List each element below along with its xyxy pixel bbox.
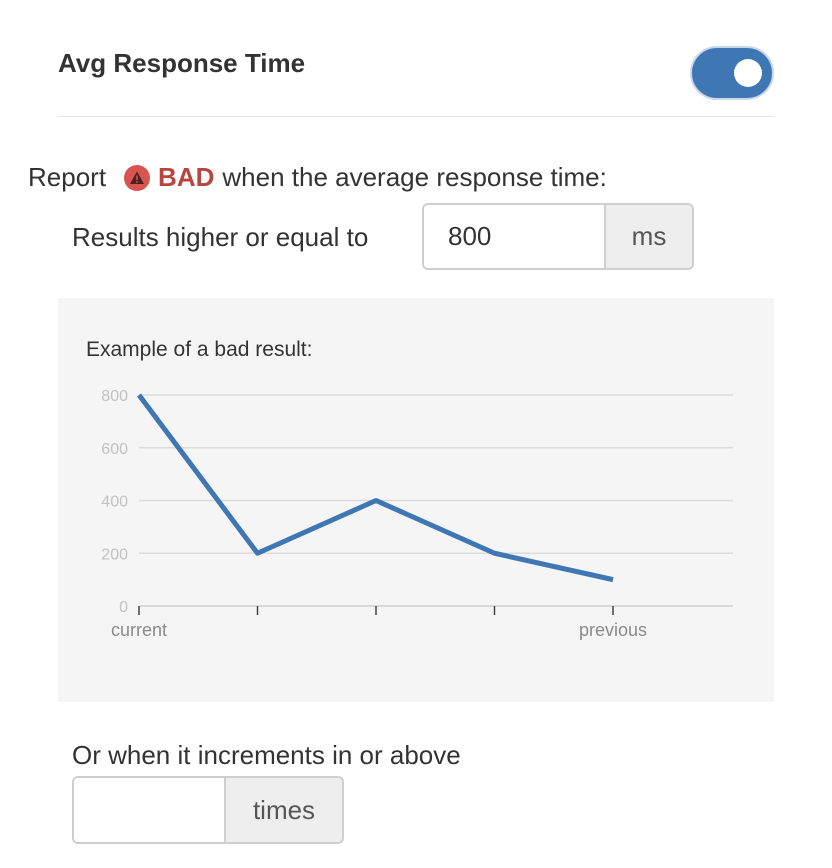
section-title: Avg Response Time <box>58 48 306 78</box>
report-prefix: Report <box>28 162 107 192</box>
increments-input[interactable] <box>74 778 224 842</box>
y-tick-label: 0 <box>119 599 128 616</box>
section-header: Avg Response Time <box>58 40 774 117</box>
severity-label: BAD <box>158 162 215 192</box>
series-line <box>136 393 614 583</box>
toggle-knob <box>734 59 762 87</box>
increments-label: Or when it increments in or above <box>72 740 461 770</box>
example-panel: Example of a bad result: 0 200 400 600 800 cu… <box>58 298 774 702</box>
x-tick-label: current <box>111 620 167 640</box>
report-description: Report BAD when the average response tim… <box>28 162 607 193</box>
warning-icon <box>124 164 151 191</box>
threshold-input[interactable] <box>424 205 604 268</box>
threshold-input-group: ms <box>422 203 694 270</box>
enable-toggle[interactable] <box>690 46 774 100</box>
increments-input-group: times <box>72 776 344 844</box>
y-tick-label: 800 <box>101 388 128 405</box>
report-suffix: when the average response time: <box>222 162 607 192</box>
increments-unit: times <box>224 778 342 842</box>
example-chart: 0 200 400 600 800 current previous <box>101 388 733 640</box>
x-tick-label: previous <box>579 620 647 640</box>
y-tick-label: 600 <box>101 441 128 458</box>
y-tick-label: 200 <box>101 546 128 563</box>
y-tick-label: 400 <box>101 494 128 511</box>
threshold-label: Results higher or equal to <box>72 222 369 252</box>
threshold-unit: ms <box>604 205 692 268</box>
